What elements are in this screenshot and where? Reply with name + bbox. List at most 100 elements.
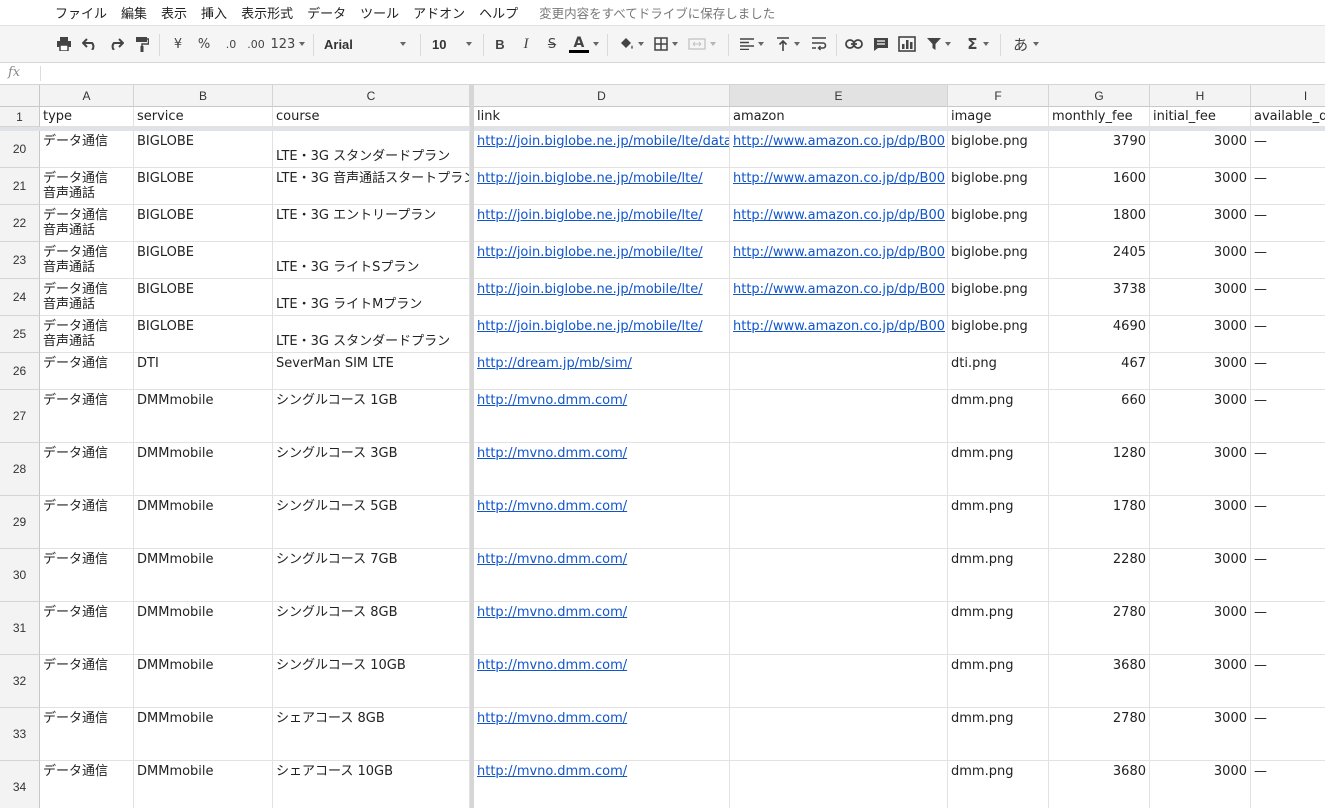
- cell-monthly_fee[interactable]: 1780: [1049, 496, 1150, 549]
- cell-service[interactable]: DMMmobile: [134, 708, 273, 761]
- cell-image[interactable]: dti.png: [948, 353, 1049, 390]
- cell-type[interactable]: データ通信: [40, 390, 134, 443]
- cell-available[interactable]: —: [1251, 279, 1325, 316]
- cell-monthly_fee[interactable]: 467: [1049, 353, 1150, 390]
- menu-view[interactable]: 表示: [154, 3, 194, 22]
- cell-initial_fee[interactable]: 3000: [1150, 131, 1251, 168]
- cell-image[interactable]: dmm.png: [948, 761, 1049, 808]
- redo-icon[interactable]: [106, 33, 126, 55]
- cell-course[interactable]: LTE・3G ライトMプラン: [273, 279, 470, 316]
- cell-image[interactable]: dmm.png: [948, 443, 1049, 496]
- cell-course[interactable]: シングルコース 1GB: [273, 390, 470, 443]
- text-wrap-button[interactable]: [808, 33, 830, 55]
- spreadsheet-grid[interactable]: A B C D E F G H I 1 type service course link amazon ima…: [0, 85, 1325, 808]
- cell-image[interactable]: biglobe.png: [948, 242, 1049, 279]
- cell-type[interactable]: データ通信: [40, 353, 134, 390]
- row-header[interactable]: 30: [0, 549, 40, 602]
- row-header[interactable]: 22: [0, 205, 40, 242]
- cell-amazon[interactable]: http://www.amazon.co.jp/dp/B00: [730, 131, 948, 168]
- cell-image[interactable]: biglobe.png: [948, 205, 1049, 242]
- cell-available[interactable]: —: [1251, 353, 1325, 390]
- cell-initial_fee[interactable]: 3000: [1150, 279, 1251, 316]
- cell-amazon[interactable]: [730, 353, 948, 390]
- cell-image[interactable]: dmm.png: [948, 655, 1049, 708]
- cell-image[interactable]: biglobe.png: [948, 316, 1049, 353]
- menu-addons[interactable]: アドオン: [406, 3, 472, 22]
- cell-service[interactable]: BIGLOBE: [134, 205, 273, 242]
- cell-image[interactable]: dmm.png: [948, 496, 1049, 549]
- cell-monthly_fee[interactable]: 3680: [1049, 761, 1150, 808]
- bold-button[interactable]: B: [490, 33, 510, 55]
- print-icon[interactable]: [54, 33, 74, 55]
- cell-monthly_fee[interactable]: 2780: [1049, 602, 1150, 655]
- header-cell-available[interactable]: available_d: [1251, 107, 1325, 127]
- cell-link[interactable]: http://join.biglobe.ne.jp/mobile/lte/: [474, 316, 730, 353]
- cell-amazon[interactable]: [730, 496, 948, 549]
- cell-service[interactable]: BIGLOBE: [134, 279, 273, 316]
- cell-type[interactable]: データ通信 音声通話: [40, 168, 134, 205]
- cell-link[interactable]: http://join.biglobe.ne.jp/mobile/lte/: [474, 279, 730, 316]
- cell-amazon[interactable]: http://www.amazon.co.jp/dp/B00: [730, 168, 948, 205]
- text-color-button[interactable]: A: [566, 33, 602, 55]
- cell-initial_fee[interactable]: 3000: [1150, 316, 1251, 353]
- amazon-link[interactable]: http://www.amazon.co.jp/dp/B00: [733, 319, 945, 334]
- service-link[interactable]: http://mvno.dmm.com/: [477, 552, 627, 567]
- cell-course[interactable]: SeverMan SIM LTE: [273, 353, 470, 390]
- cell-course[interactable]: シングルコース 5GB: [273, 496, 470, 549]
- cell-link[interactable]: http://mvno.dmm.com/: [474, 602, 730, 655]
- cell-available[interactable]: —: [1251, 131, 1325, 168]
- header-cell-image[interactable]: image: [948, 107, 1049, 127]
- cell-image[interactable]: dmm.png: [948, 708, 1049, 761]
- cell-initial_fee[interactable]: 3000: [1150, 708, 1251, 761]
- cell-link[interactable]: http://mvno.dmm.com/: [474, 549, 730, 602]
- row-header[interactable]: 34: [0, 761, 40, 808]
- cell-available[interactable]: —: [1251, 390, 1325, 443]
- row-header[interactable]: 21: [0, 168, 40, 205]
- cell-initial_fee[interactable]: 3000: [1150, 602, 1251, 655]
- merge-cells-button[interactable]: [684, 33, 720, 55]
- cell-initial_fee[interactable]: 3000: [1150, 443, 1251, 496]
- cell-amazon[interactable]: http://www.amazon.co.jp/dp/B00: [730, 205, 948, 242]
- cell-monthly_fee[interactable]: 2780: [1049, 708, 1150, 761]
- cell-monthly_fee[interactable]: 3738: [1049, 279, 1150, 316]
- cell-service[interactable]: DMMmobile: [134, 602, 273, 655]
- cell-amazon[interactable]: [730, 761, 948, 808]
- cell-available[interactable]: —: [1251, 602, 1325, 655]
- cell-course[interactable]: LTE・3G スタンダードプラン: [273, 316, 470, 353]
- row-header[interactable]: 31: [0, 602, 40, 655]
- cell-service[interactable]: DMMmobile: [134, 390, 273, 443]
- cell-amazon[interactable]: [730, 708, 948, 761]
- cell-available[interactable]: —: [1251, 205, 1325, 242]
- cell-link[interactable]: http://join.biglobe.ne.jp/mobile/lte/: [474, 242, 730, 279]
- cell-type[interactable]: データ通信: [40, 443, 134, 496]
- cell-image[interactable]: biglobe.png: [948, 279, 1049, 316]
- cell-type[interactable]: データ通信 音声通話: [40, 279, 134, 316]
- cell-available[interactable]: —: [1251, 761, 1325, 808]
- row-header[interactable]: 28: [0, 443, 40, 496]
- undo-icon[interactable]: [80, 33, 100, 55]
- cell-link[interactable]: http://mvno.dmm.com/: [474, 708, 730, 761]
- cell-amazon[interactable]: [730, 443, 948, 496]
- cell-monthly_fee[interactable]: 3790: [1049, 131, 1150, 168]
- cell-initial_fee[interactable]: 3000: [1150, 242, 1251, 279]
- cell-link[interactable]: http://dream.jp/mb/sim/: [474, 353, 730, 390]
- cell-amazon[interactable]: http://www.amazon.co.jp/dp/B00: [730, 316, 948, 353]
- cell-service[interactable]: BIGLOBE: [134, 131, 273, 168]
- cell-link[interactable]: http://mvno.dmm.com/: [474, 655, 730, 708]
- column-header-a[interactable]: A: [40, 85, 134, 107]
- more-formats-dropdown[interactable]: 123: [269, 33, 307, 55]
- cell-link[interactable]: http://join.biglobe.ne.jp/mobile/lte/: [474, 168, 730, 205]
- cell-type[interactable]: データ通信 音声通話: [40, 205, 134, 242]
- font-size-select[interactable]: 10: [428, 33, 476, 55]
- cell-monthly_fee[interactable]: 1600: [1049, 168, 1150, 205]
- column-header-i[interactable]: I: [1251, 85, 1325, 107]
- menu-data[interactable]: データ: [300, 3, 353, 22]
- font-family-select[interactable]: Arial: [320, 33, 410, 55]
- cell-service[interactable]: DMMmobile: [134, 496, 273, 549]
- cell-link[interactable]: http://join.biglobe.ne.jp/mobile/lte/: [474, 205, 730, 242]
- row-header[interactable]: 32: [0, 655, 40, 708]
- cell-available[interactable]: —: [1251, 242, 1325, 279]
- row-header[interactable]: 24: [0, 279, 40, 316]
- service-link[interactable]: http://join.biglobe.ne.jp/mobile/lte/: [477, 319, 703, 334]
- row-header[interactable]: 29: [0, 496, 40, 549]
